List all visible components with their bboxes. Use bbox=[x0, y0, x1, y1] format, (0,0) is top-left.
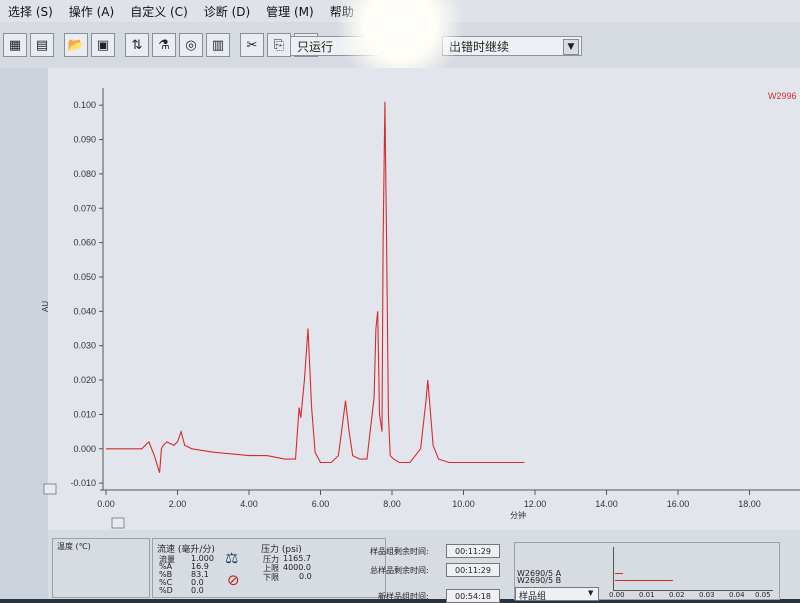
pressure-upper-value: 4000.0 bbox=[283, 563, 311, 572]
total-remaining-value: 00:11:29 bbox=[446, 563, 500, 577]
scale-icon[interactable]: ⚖ bbox=[225, 549, 238, 567]
x-tick-label: 12.00 bbox=[524, 499, 547, 509]
x-tick-label: 0.00 bbox=[97, 499, 115, 509]
percent-d-value: 0.0 bbox=[191, 586, 204, 595]
y-tick-label: 0.020 bbox=[73, 375, 96, 385]
pressure-lower-value: 0.0 bbox=[299, 572, 312, 581]
sample-set-label: 样品组 bbox=[519, 592, 547, 602]
pump-stop-icon[interactable]: ⊘ bbox=[227, 571, 240, 589]
status-panel: 温度 (℃) 流速 (毫升/分) 流量 1.000 %A 16.9 %B 83.… bbox=[48, 530, 800, 603]
set-remaining-label: 样品组剩余时间: bbox=[370, 547, 429, 556]
mini-legend-b: W2690/5 B bbox=[517, 576, 562, 585]
total-remaining-label: 总样品剩余时间: bbox=[370, 566, 429, 575]
y-tick-label: 0.000 bbox=[73, 444, 96, 454]
new-set-time-label: 新样品组时间: bbox=[378, 592, 429, 601]
chevron-down-icon: ▼ bbox=[588, 589, 594, 597]
x-tick-label: 2.00 bbox=[169, 499, 187, 509]
mini-tick: 0.00 bbox=[609, 591, 625, 599]
mini-tick: 0.03 bbox=[699, 591, 715, 599]
y-tick-label: 0.090 bbox=[73, 135, 96, 145]
x-tick-label: 14.00 bbox=[595, 499, 618, 509]
y-tick-label: -0.010 bbox=[70, 478, 96, 488]
x-tick-label: 16.00 bbox=[667, 499, 690, 509]
temperature-label: 温度 (℃) bbox=[57, 542, 91, 551]
mini-bar-a bbox=[615, 573, 623, 574]
mini-plot-panel: W2690/5 A W2690/5 B 样品组 ▼ 0.00 0.01 0.02… bbox=[514, 542, 780, 602]
set-remaining-value: 00:11:29 bbox=[446, 544, 500, 558]
new-set-time-value: 00:54:18 bbox=[446, 589, 500, 603]
chromatogram-chart: 0.100 0.090 0.080 0.070 0.060 0.050 0.040 0.030… bbox=[41, 88, 800, 529]
y-tick-label: 0.060 bbox=[73, 238, 96, 248]
x-tick-label: 10.00 bbox=[452, 499, 475, 509]
y-tick-label: 0.050 bbox=[73, 272, 96, 282]
x-tick-label: 18.00 bbox=[738, 499, 761, 509]
x-tick-label: 4.00 bbox=[240, 499, 258, 509]
mini-y-axis bbox=[613, 547, 614, 591]
y-tick-label: 0.100 bbox=[73, 100, 96, 110]
scroll-horizontal-button[interactable] bbox=[111, 517, 125, 529]
detector-label: W2996 bbox=[768, 91, 797, 101]
chromatogram-trace bbox=[106, 101, 525, 473]
mini-tick: 0.01 bbox=[639, 591, 655, 599]
mini-x-axis bbox=[613, 590, 773, 591]
pump-panel: 流速 (毫升/分) 流量 1.000 %A 16.9 %B 83.1 %C 0.… bbox=[152, 538, 386, 598]
y-tick-label: 0.010 bbox=[73, 409, 96, 419]
mini-tick: 0.04 bbox=[729, 591, 745, 599]
scroll-left-button[interactable] bbox=[43, 483, 57, 495]
percent-d-name: %D bbox=[159, 586, 173, 595]
y-tick-label: 0.070 bbox=[73, 203, 96, 213]
temperature-panel: 温度 (℃) bbox=[52, 538, 150, 598]
pressure-lower-name: 下限 bbox=[263, 573, 279, 582]
y-tick-label: 0.040 bbox=[73, 306, 96, 316]
x-tick-label: 6.00 bbox=[312, 499, 330, 509]
mini-tick: 0.02 bbox=[669, 591, 685, 599]
x-axis-label: 分钟 bbox=[510, 510, 526, 520]
y-tick-label: 0.030 bbox=[73, 341, 96, 351]
y-axis-label: AU bbox=[41, 301, 50, 312]
time-panel: 样品组剩余时间: 00:11:29 总样品剩余时间: 00:11:29 新样品组… bbox=[366, 538, 512, 603]
y-tick-label: 0.080 bbox=[73, 169, 96, 179]
mini-bar-b bbox=[615, 580, 673, 581]
mini-tick: 0.05 bbox=[755, 591, 771, 599]
x-tick-label: 8.00 bbox=[383, 499, 401, 509]
pressure-value: 1165.7 bbox=[283, 554, 311, 563]
